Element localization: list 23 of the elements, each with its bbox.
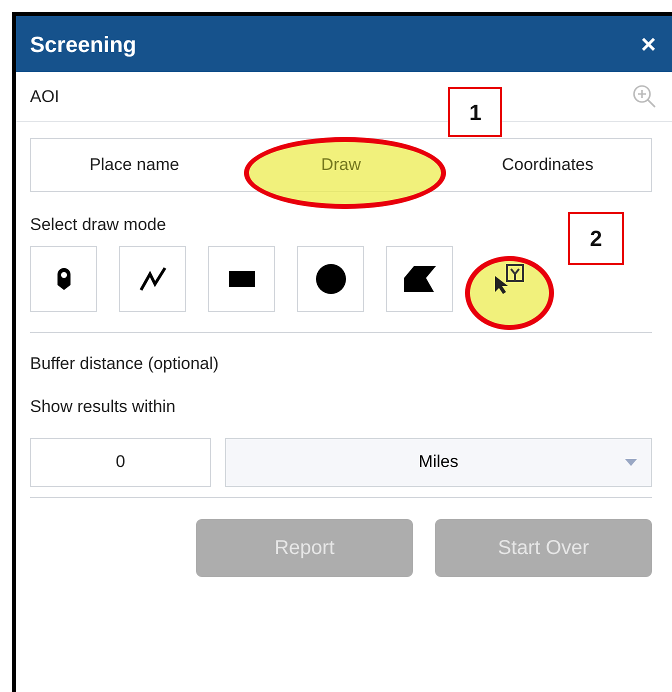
circle-icon [316,264,346,294]
callout-number: 2 [568,212,624,264]
callout-number: 1 [448,87,502,137]
pin-icon [56,266,72,290]
field-label: Show results within [30,396,177,418]
tab[interactable]: Draw [238,139,444,191]
polygon-tool-button[interactable] [386,246,453,312]
section-label: Buffer distance (optional) [30,352,220,374]
polyline-icon [138,266,168,292]
unit-dropdown[interactable]: Miles [225,438,652,486]
window-title: Screening [30,30,136,59]
close-button[interactable]: × [640,31,672,57]
circle-tool-button[interactable] [297,246,364,312]
rectangle-tool-button[interactable] [208,246,275,312]
rectangle-icon [228,270,254,286]
caret-icon [625,458,637,466]
polyline-tool-button[interactable] [119,246,186,312]
cursor-select-icon [492,264,524,294]
polygon-icon [404,266,436,292]
distance-field[interactable]: 0 [30,438,211,486]
section-label: AOI [30,86,60,108]
section-label: Select draw mode [30,214,168,236]
pin-tool-button[interactable] [30,246,97,312]
